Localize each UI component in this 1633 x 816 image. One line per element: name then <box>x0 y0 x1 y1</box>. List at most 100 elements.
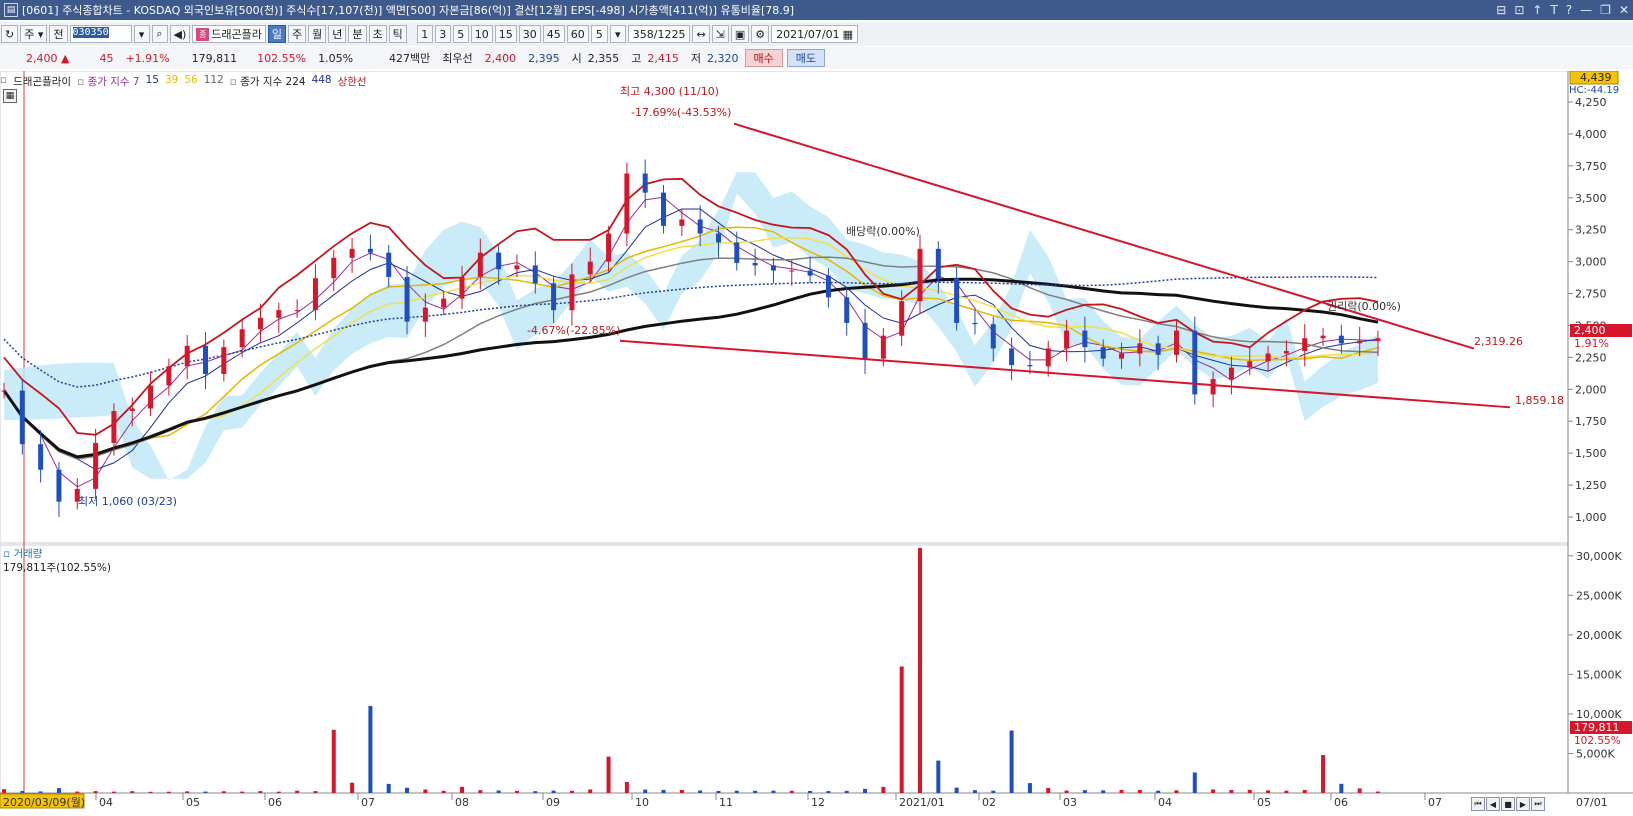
interval-dropdown-icon[interactable]: ▾ <box>609 25 626 43</box>
interval-30[interactable]: 30 <box>518 25 541 43</box>
interval-45[interactable]: 45 <box>542 25 565 43</box>
period-tab-week[interactable]: 주 <box>288 25 307 43</box>
last-icon[interactable]: ⏭ <box>1531 797 1545 811</box>
volume-bar <box>1009 730 1014 793</box>
volume-bar <box>441 790 446 793</box>
prev-icon[interactable]: ◀ <box>1486 797 1500 811</box>
chart-area[interactable]: 4,2504,0003,7503,5003,2503,0002,7502,500… <box>0 70 1633 816</box>
period-tab-year[interactable]: 년 <box>328 25 347 43</box>
volume-current: 179,811주(102.55%) <box>3 562 111 574</box>
volume-bar <box>38 791 43 793</box>
candle-body <box>93 442 99 489</box>
volume-bar <box>588 789 593 793</box>
price-tick-label: 4,000 <box>1575 128 1607 141</box>
interval-15[interactable]: 15 <box>494 25 517 43</box>
legend-dragonfly[interactable]: 드래곤플라이 <box>13 74 71 88</box>
candle-body <box>1320 335 1326 339</box>
volume-bar <box>1339 783 1344 793</box>
volume-bar <box>111 791 116 793</box>
date-input[interactable]: 2021/07/01 ▦ <box>771 25 858 43</box>
save-icon[interactable]: ▣ <box>730 25 750 43</box>
interval-10[interactable]: 10 <box>470 25 493 43</box>
buy-button[interactable]: 매수 <box>744 49 783 67</box>
stop-icon[interactable]: ■ <box>1501 797 1515 811</box>
volume-bar <box>203 791 208 793</box>
interval-5[interactable]: 5 <box>452 25 469 43</box>
code-dropdown-icon[interactable]: ▾ <box>133 25 150 43</box>
low-annotation: 최저 1,060 (03/23) <box>78 495 177 508</box>
calendar-icon[interactable]: ▦ <box>843 28 853 41</box>
legend-ma-label[interactable]: ▫ 종가 지수 7 <box>77 74 139 88</box>
candle-body <box>184 345 190 367</box>
window-title: [0601] 주식종합차트 - KOSDAQ 외국인보유[500(천)] 주식수… <box>22 4 795 17</box>
candle-body <box>1173 330 1179 355</box>
minimize-icon[interactable]: — <box>1580 3 1592 17</box>
volume-bar <box>240 791 245 793</box>
candle-body <box>1137 343 1143 354</box>
split-icon[interactable]: ⊡ <box>1514 3 1524 17</box>
legend-ma-label2[interactable]: ▫ 종가 지수 224 <box>230 74 306 88</box>
price-tick-label: 3,000 <box>1575 256 1607 269</box>
table-toggle-icon[interactable]: ▦ <box>3 89 17 103</box>
last-volume-pct: 102.55% <box>1574 735 1621 747</box>
sell-button[interactable]: 매도 <box>786 49 826 67</box>
candle-body <box>642 173 648 193</box>
low-label: 저 <box>690 52 702 65</box>
price-tick-label: 3,750 <box>1575 160 1607 173</box>
close-icon[interactable]: ✕ <box>1619 3 1629 17</box>
market-select[interactable]: 주 ▾ <box>20 25 48 43</box>
volume-bar <box>1027 783 1032 793</box>
stock-code-input[interactable]: 030350 <box>69 25 132 43</box>
interval-input[interactable]: 5 <box>590 25 608 43</box>
last-price-badge-text: 2,400 <box>1574 324 1606 337</box>
period-tab-tick[interactable]: 틱 <box>388 25 407 43</box>
volume-title: 거래량 <box>13 548 43 560</box>
text-icon[interactable]: T <box>1550 3 1557 17</box>
candle-body <box>532 265 538 284</box>
volume-bar <box>148 791 153 793</box>
help-icon[interactable]: ? <box>1566 3 1572 17</box>
volume-bar <box>1321 755 1326 793</box>
price-change-pct: +1.91% <box>125 51 170 65</box>
scope-button[interactable]: 전 <box>49 25 68 43</box>
next-icon[interactable]: ▶ <box>1516 797 1530 811</box>
dragonfly-button[interactable]: 종 드래곤플라 <box>192 25 266 43</box>
candle-body <box>715 233 721 243</box>
volume-bar <box>844 790 849 793</box>
volume-bar <box>1266 790 1271 793</box>
volume-bar <box>1247 789 1252 793</box>
period-tab-second[interactable]: 초 <box>368 25 387 43</box>
period-tab-month[interactable]: 월 <box>308 25 327 43</box>
candle-body <box>770 265 776 271</box>
volume-bar <box>1211 789 1216 793</box>
volume-pane[interactable] <box>0 544 1569 794</box>
interval-3[interactable]: 3 <box>434 25 451 43</box>
interval-1[interactable]: 1 <box>416 25 433 43</box>
high-label: 고 <box>631 52 642 65</box>
settings-icon[interactable]: ⚙ <box>751 25 770 43</box>
price-tick-label: 2,750 <box>1575 288 1607 301</box>
refresh-icon[interactable]: ↻ <box>1 25 19 43</box>
pin-icon[interactable]: ↑ <box>1532 3 1542 17</box>
count-input[interactable]: 358/1225 <box>627 25 691 43</box>
date-tick-label: 12 <box>811 796 825 809</box>
period-tab-day[interactable]: 일 <box>267 25 286 43</box>
layout-icon[interactable]: ⊟ <box>1496 3 1506 17</box>
interval-60[interactable]: 60 <box>566 25 589 43</box>
fit-icon[interactable]: ⇲ <box>711 25 729 43</box>
maximize-icon[interactable]: ❐ <box>1600 3 1611 17</box>
volume-bar <box>1192 772 1197 793</box>
candle-body <box>679 219 685 226</box>
zoom-icon[interactable]: ↔ <box>692 25 710 43</box>
app-icon[interactable]: ▤ <box>4 3 18 17</box>
volume-bar <box>679 789 684 793</box>
period-tab-minute[interactable]: 분 <box>348 25 367 43</box>
volume-bar <box>368 706 373 793</box>
price-volume-chart[interactable]: 4,2504,0003,7503,5003,2503,0002,7502,500… <box>0 70 1633 816</box>
dragonfly-label: 드래곤플라 <box>211 28 262 41</box>
first-icon[interactable]: ⏮ <box>1471 797 1485 811</box>
search-icon[interactable]: ⌕ <box>151 25 168 43</box>
volume-bar <box>698 790 703 793</box>
volume-bar <box>624 781 629 793</box>
sound-icon[interactable]: ◀) <box>169 25 191 43</box>
